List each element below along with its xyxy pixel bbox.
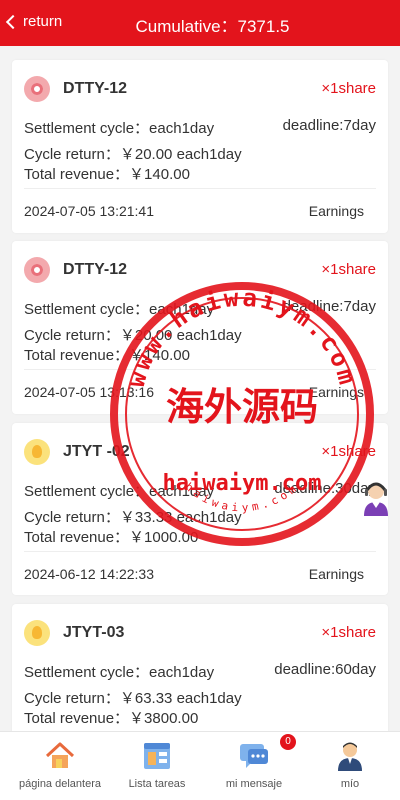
settlement-row: Settlement cycle：each1day deadline:60day (24, 661, 376, 682)
order-date: 2024-07-05 13:21:41 (24, 203, 154, 219)
tab-home[interactable]: página delantera (10, 732, 110, 800)
investment-card[interactable]: JTYT-03 ×1share Settlement cycle：each1da… (12, 604, 388, 744)
investment-card[interactable]: JTYT -02 ×1share Settlement cycle：each1d… (12, 423, 388, 595)
share-count: ×1share (321, 80, 376, 97)
bottom-tab-bar: página delantera Lista tareas 0 mi mensa… (0, 731, 400, 800)
message-icon (240, 744, 268, 768)
lightbulb-icon (24, 620, 50, 646)
settlement-cycle: Settlement cycle：each1day (24, 120, 215, 137)
investment-card[interactable]: DTTY-12 ×1share Settlement cycle：each1da… (12, 241, 388, 414)
total-revenue: Total revenue：￥1000.00 (24, 529, 199, 546)
settlement-cycle: Settlement cycle：each1day (24, 664, 215, 681)
settlement-row: Settlement cycle：each1day deadline:30day (24, 480, 376, 501)
customer-service-icon[interactable] (362, 480, 390, 518)
share-count: ×1share (321, 261, 376, 278)
tab-label: mi mensaje (225, 778, 283, 790)
page-title: Cumulative：7371.5 (135, 17, 290, 36)
share-count: ×1share (321, 624, 376, 641)
card-header: JTYT-03 ×1share (24, 619, 376, 647)
tab-my-messages[interactable]: 0 mi mensaje (204, 732, 304, 800)
settlement-row: Settlement cycle：each1day deadline:7day (24, 298, 376, 319)
product-name: DTTY-12 (63, 261, 128, 278)
divider (24, 551, 376, 552)
investment-card[interactable]: DTTY-12 ×1share Settlement cycle：each1da… (12, 60, 388, 233)
divider (24, 188, 376, 189)
tab-label: mío (340, 778, 360, 790)
card-footer: 2024-07-05 13:13:16 Earnings (24, 384, 376, 400)
status-label: Earnings (308, 384, 364, 400)
message-count-badge: 0 (280, 734, 296, 750)
settlement-cycle: Settlement cycle：each1day (24, 301, 215, 318)
header-bar: return Cumulative：7371.5 (0, 0, 400, 46)
card-header: DTTY-12 ×1share (24, 256, 376, 284)
card-header: JTYT -02 ×1share (24, 438, 376, 466)
share-count: ×1share (321, 443, 376, 460)
card-footer: 2024-06-12 14:22:33 Earnings (24, 566, 376, 582)
tab-label: página delantera (19, 778, 101, 790)
order-date: 2024-07-05 13:13:16 (24, 384, 154, 400)
product-name: JTYT-03 (63, 624, 125, 641)
cycle-return: Cycle return：￥63.33 each1day (24, 690, 242, 707)
status-label: Earnings (308, 566, 364, 582)
deadline: deadline:7day (282, 117, 376, 134)
total-revenue: Total revenue：￥140.00 (24, 166, 190, 183)
card-footer: 2024-07-05 13:21:41 Earnings (24, 203, 376, 219)
home-icon (45, 742, 75, 768)
status-label: Earnings (308, 203, 364, 219)
cycle-return: Cycle return：￥20.00 each1day (24, 146, 242, 163)
tab-task-list[interactable]: Lista tareas (107, 732, 207, 800)
pink-gift-icon (24, 76, 50, 102)
deadline: deadline:7day (282, 298, 376, 315)
profile-icon (338, 742, 362, 771)
tab-label: Lista tareas (128, 778, 186, 790)
total-revenue: Total revenue：￥3800.00 (24, 710, 199, 727)
pink-gift-icon (24, 257, 50, 283)
order-date: 2024-06-12 14:22:33 (24, 566, 154, 582)
divider (24, 369, 376, 370)
settlement-row: Settlement cycle：each1day deadline:7day (24, 117, 376, 138)
lightbulb-icon (24, 439, 50, 465)
task-list-icon (144, 743, 170, 769)
deadline: deadline:60day (274, 661, 376, 678)
total-revenue: Total revenue：￥140.00 (24, 347, 190, 364)
cycle-return: Cycle return：￥20.00 each1day (24, 327, 242, 344)
tab-mine[interactable]: mío (300, 732, 400, 800)
settlement-cycle: Settlement cycle：each1day (24, 483, 215, 500)
product-name: JTYT -02 (63, 443, 130, 460)
deadline: deadline:30day (274, 480, 376, 497)
card-header: DTTY-12 ×1share (24, 75, 376, 103)
cycle-return: Cycle return：￥33.33 each1day (24, 509, 242, 526)
product-name: DTTY-12 (63, 80, 128, 97)
